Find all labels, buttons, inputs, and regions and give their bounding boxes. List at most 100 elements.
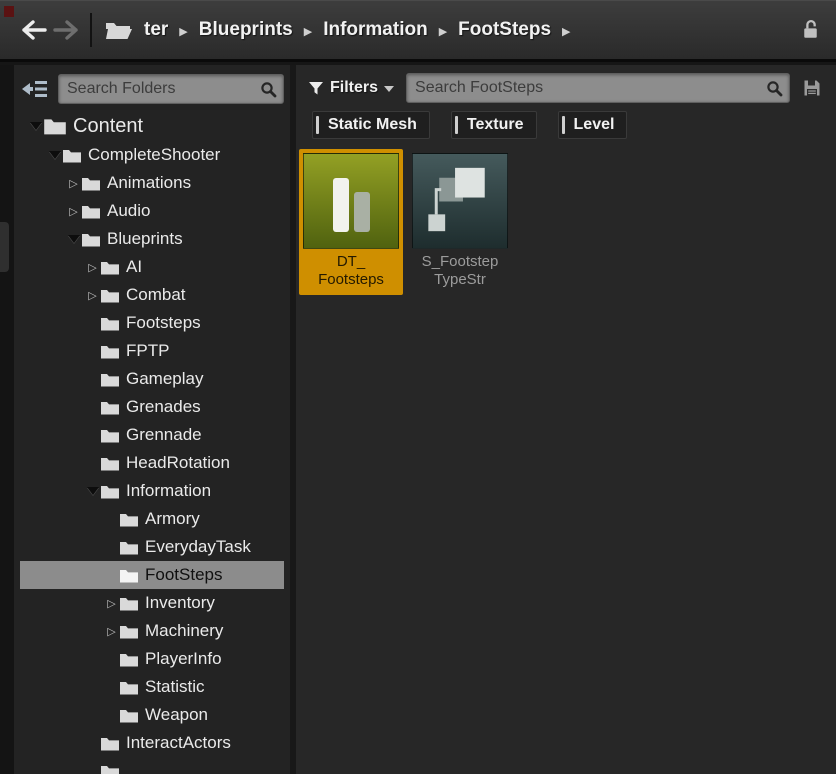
expander-icon[interactable]: ▷ [104,625,119,638]
folder-search-input[interactable] [59,80,283,98]
tree-row[interactable]: Content [20,111,284,141]
expander-icon[interactable]: ▷ [85,289,100,302]
tree-row-label: PlayerInfo [145,649,222,668]
filters-button[interactable]: Filters [304,73,398,103]
asset-panel: Filters Search FootSteps Static Mesh Tex… [296,65,836,774]
filter-chip-row: Static Mesh Texture Level [312,111,836,139]
tree-row-label: Inventory [145,593,215,612]
tree-row-label: Content [73,114,144,137]
folder-tree: Content CompleteShooter ▷ Animations ▷ Audio B… [14,111,290,774]
asset-tile[interactable]: S_Footstep TypeStr [408,149,512,295]
tree-row-label: AI [126,257,143,276]
folder-icon [100,372,120,387]
tree-row[interactable]: FPTP [20,337,284,365]
tree-row-label: Information [126,481,212,500]
expander-icon[interactable]: ▷ [66,205,81,218]
folder-icon [100,260,120,275]
back-button[interactable] [20,16,48,44]
arrow-left-icon [22,20,47,40]
filter-chip[interactable]: Texture [450,111,537,139]
folder-icon [81,176,101,191]
tree-row-label: FPTP [126,341,170,360]
asset-search-input[interactable] [407,79,789,97]
breadcrumb-separator-icon: ▶ [303,25,313,38]
folder-icon [119,624,139,639]
asset-toolbar: Filters [296,65,836,103]
expander-icon[interactable]: ▷ [104,597,119,610]
expander-icon[interactable] [47,151,62,159]
tree-row[interactable]: EverydayTask [20,533,284,561]
window-artifact [4,6,14,17]
expander-icon[interactable]: ▷ [66,177,81,190]
folder-search-box [58,74,284,104]
tree-row[interactable]: Statistic [20,673,284,701]
tree-row[interactable]: ▷ Animations [20,169,284,197]
toggle-sources-button[interactable] [20,78,50,100]
chip-accent [561,116,565,134]
expander-icon[interactable] [66,235,81,243]
open-lock-icon [804,19,817,38]
tree-row[interactable]: ▷ Audio [20,197,284,225]
breadcrumb-item[interactable]: Blueprints [199,19,293,41]
tree-row-label: Gameplay [126,369,204,388]
sources-panel: Content CompleteShooter ▷ Animations ▷ Audio B… [14,65,290,774]
tree-row-label: Footsteps [126,313,201,332]
save-search-button[interactable] [802,78,822,98]
asset-tile[interactable]: DT_ Footsteps [299,149,403,295]
folder-icon [100,764,120,774]
chip-accent [316,116,319,134]
folder-icon [100,288,120,303]
tree-row[interactable]: InteractActors [20,729,284,757]
filter-chip-label: Static Mesh [328,116,417,133]
asset-thumbnail-struct [412,153,508,249]
tree-row[interactable]: Footsteps [20,309,284,337]
collapsed-panel-tab[interactable] [0,222,9,272]
search-icon [766,80,783,102]
folder-icon [100,484,120,499]
tree-row[interactable]: CompleteShooter [20,141,284,169]
search-icon [260,81,277,103]
breadcrumb-separator-icon: ▶ [179,25,188,38]
tree-row-label: FootSteps [145,565,223,584]
tree-row-label: EverydayTask [145,537,251,556]
tree-row[interactable]: Grennade [20,421,284,449]
expander-icon[interactable]: ▷ [85,261,100,274]
tree-row[interactable]: Grenades [20,393,284,421]
filter-chip[interactable]: Level [557,111,628,139]
tree-row-label: Machinery [145,621,224,640]
tree-row[interactable]: Information [20,477,284,505]
filter-chip[interactable]: Static Mesh [312,111,430,139]
asset-name: DT_ Footsteps [318,253,384,288]
lock-button[interactable] [801,18,820,43]
arrow-right-icon [53,20,78,40]
tree-row[interactable]: Armory [20,505,284,533]
expander-icon[interactable] [28,122,43,130]
content-browser-window: ter ▶ Blueprints ▶ Information ▶ FootSteps ▶ [0,0,836,774]
filter-chip-label: Level [573,116,615,133]
breadcrumb-item[interactable]: FootSteps [458,19,551,41]
breadcrumb-item[interactable]: ter [144,19,168,41]
tree-row[interactable]: ▷ Combat [20,281,284,309]
folder-icon [100,316,120,331]
window-edge [0,65,14,774]
forward-button[interactable] [52,16,80,44]
expander-icon[interactable] [85,487,100,495]
breadcrumb: ter ▶ Blueprints ▶ Information ▶ FootSteps ▶ [144,19,571,41]
folder-icon [119,512,139,527]
tree-row[interactable]: ▷ AI [20,253,284,281]
folder-icon [119,652,139,667]
tree-row[interactable]: ▷ Machinery [20,617,284,645]
tree-row[interactable] [20,757,284,774]
tree-row[interactable]: Weapon [20,701,284,729]
tree-row[interactable]: HeadRotation [20,449,284,477]
tree-row[interactable]: ▷ Inventory [20,589,284,617]
asset-grid: DT_ Footsteps S_Footstep TypeStr [299,149,836,295]
folder-icon [119,568,139,583]
tree-row[interactable]: FootSteps [20,561,284,589]
tree-row[interactable]: Blueprints [20,225,284,253]
tree-row[interactable]: PlayerInfo [20,645,284,673]
tree-row-label: Grennade [126,425,202,444]
save-icon [804,80,820,96]
breadcrumb-item[interactable]: Information [323,19,428,41]
tree-row[interactable]: Gameplay [20,365,284,393]
